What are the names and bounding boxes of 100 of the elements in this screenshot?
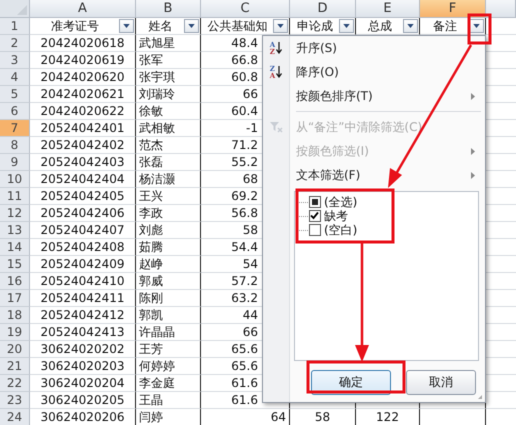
checkbox[interactable] (309, 224, 321, 236)
table-cell: 郭凯 (139, 307, 163, 323)
table-cell: 20424020620 (40, 70, 124, 84)
table-cell: 许晶晶 (139, 324, 175, 340)
checkbox[interactable] (309, 210, 321, 222)
row-header[interactable]: 16 (0, 273, 30, 290)
table-cell: 66 (242, 87, 258, 101)
submenu-arrow-icon (471, 172, 475, 178)
table-cell: 30624020204 (40, 376, 124, 390)
caret-icon (343, 24, 350, 28)
table-cell: 30624020202 (40, 342, 124, 356)
table-cell: 刘彪 (139, 222, 163, 238)
row-header[interactable]: 23 (0, 392, 30, 409)
filter-dropdown-button[interactable] (119, 19, 134, 33)
table-cell: 30624020203 (40, 359, 124, 373)
checkbox-label: 缺考 (324, 208, 348, 224)
menu-item: 从“备注”中清除筛选(C) (263, 115, 485, 139)
row-header[interactable]: 17 (0, 290, 30, 307)
table-cell: 赵峥 (139, 256, 163, 272)
menu-item[interactable]: 按颜色排序(T) (263, 84, 485, 108)
column-header[interactable]: F (420, 0, 486, 18)
table-cell: 20524042412 (40, 308, 124, 322)
row-header[interactable]: 6 (0, 103, 30, 120)
table-cell: 68 (242, 172, 258, 186)
column-header[interactable]: E (356, 0, 420, 18)
row-header[interactable]: 4 (0, 69, 30, 86)
table-cell: 20524042402 (40, 138, 124, 152)
row-header[interactable]: 15 (0, 256, 30, 273)
table-cell: 武旭星 (139, 35, 175, 51)
table-cell: 122 (376, 410, 399, 424)
row-header[interactable]: 8 (0, 137, 30, 154)
row-header[interactable]: 3 (0, 52, 30, 69)
submenu-arrow-icon (471, 92, 475, 100)
checkbox[interactable] (309, 196, 321, 208)
row-header[interactable]: 22 (0, 375, 30, 392)
caret-icon (407, 24, 414, 28)
table-cell: 44 (242, 308, 258, 322)
table-cell: 20424020622 (40, 104, 124, 118)
table-header-cell: 申论成 (297, 18, 333, 34)
highlight-frame (468, 14, 492, 44)
table-cell: -1 (246, 121, 258, 135)
table-cell: 48.4 (231, 36, 258, 50)
table-cell: 杨洁灏 (139, 171, 175, 187)
row-header[interactable]: 19 (0, 324, 30, 341)
table-cell: 60.4 (231, 104, 258, 118)
table-cell: 陈刚 (139, 290, 163, 306)
row-header[interactable]: 20 (0, 341, 30, 358)
filter-dropdown-button[interactable] (273, 19, 288, 33)
column-header[interactable]: C (201, 0, 290, 18)
row-header[interactable]: 2 (0, 35, 30, 52)
table-cell: 徐敏 (139, 103, 163, 119)
resize-grip-icon (477, 394, 483, 400)
table-cell: 65.6 (231, 359, 258, 373)
table-cell: 王晶 (139, 392, 163, 408)
column-header[interactable]: B (136, 0, 201, 18)
table-cell: 20524042406 (40, 206, 124, 220)
table-header-cell: 姓名 (148, 18, 172, 34)
table-cell: 20524042403 (40, 155, 124, 169)
table-cell: 58 (242, 223, 258, 237)
table-cell: 54 (242, 257, 258, 271)
table-cell: 范杰 (139, 137, 163, 153)
table-cell: 66.8 (231, 53, 258, 67)
row-header[interactable]: 24 (0, 409, 30, 425)
table-cell: 61.6 (231, 393, 258, 407)
table-cell: 王芳 (139, 341, 163, 357)
row-header[interactable]: 12 (0, 205, 30, 222)
checkbox-label: (全选) (324, 194, 358, 210)
row-header[interactable]: 1 (0, 18, 30, 35)
row-header[interactable]: 7 (0, 120, 30, 137)
row-header[interactable]: 18 (0, 307, 30, 324)
table-cell: 20524042405 (40, 189, 124, 203)
column-header[interactable] (486, 0, 516, 18)
column-header[interactable]: A (30, 0, 136, 18)
table-cell: 何婷婷 (139, 358, 175, 374)
row-header[interactable]: 9 (0, 154, 30, 171)
table-cell: 20424020621 (40, 87, 124, 101)
row-header[interactable]: 14 (0, 239, 30, 256)
filter-dropdown-button[interactable] (339, 19, 354, 33)
funnel-icon (269, 121, 283, 133)
row-header[interactable]: 13 (0, 222, 30, 239)
filter-dropdown-button[interactable] (184, 19, 199, 33)
dialog-button[interactable]: 取消 (406, 370, 476, 395)
menu-item[interactable]: 文本筛选(F) (263, 163, 485, 187)
table-header-cell: 总成 (368, 18, 392, 34)
column-header[interactable]: D (290, 0, 356, 18)
table-cell: 63.2 (231, 291, 258, 305)
menu-item: 按颜色筛选(I) (263, 139, 485, 163)
caret-icon (473, 24, 480, 28)
row-header[interactable]: 11 (0, 188, 30, 205)
table-cell: 69.2 (231, 189, 258, 203)
caret-icon (123, 24, 130, 28)
table-header-cell: 备注 (433, 18, 457, 34)
table-cell: 30624020206 (40, 410, 124, 424)
table-cell: 20524042413 (40, 325, 124, 339)
row-header[interactable]: 21 (0, 358, 30, 375)
table-cell: 武相敏 (139, 120, 175, 136)
filter-dropdown-button[interactable] (403, 19, 418, 33)
table-cell: 64 (270, 410, 286, 424)
row-header[interactable]: 5 (0, 86, 30, 103)
row-header[interactable]: 10 (0, 171, 30, 188)
